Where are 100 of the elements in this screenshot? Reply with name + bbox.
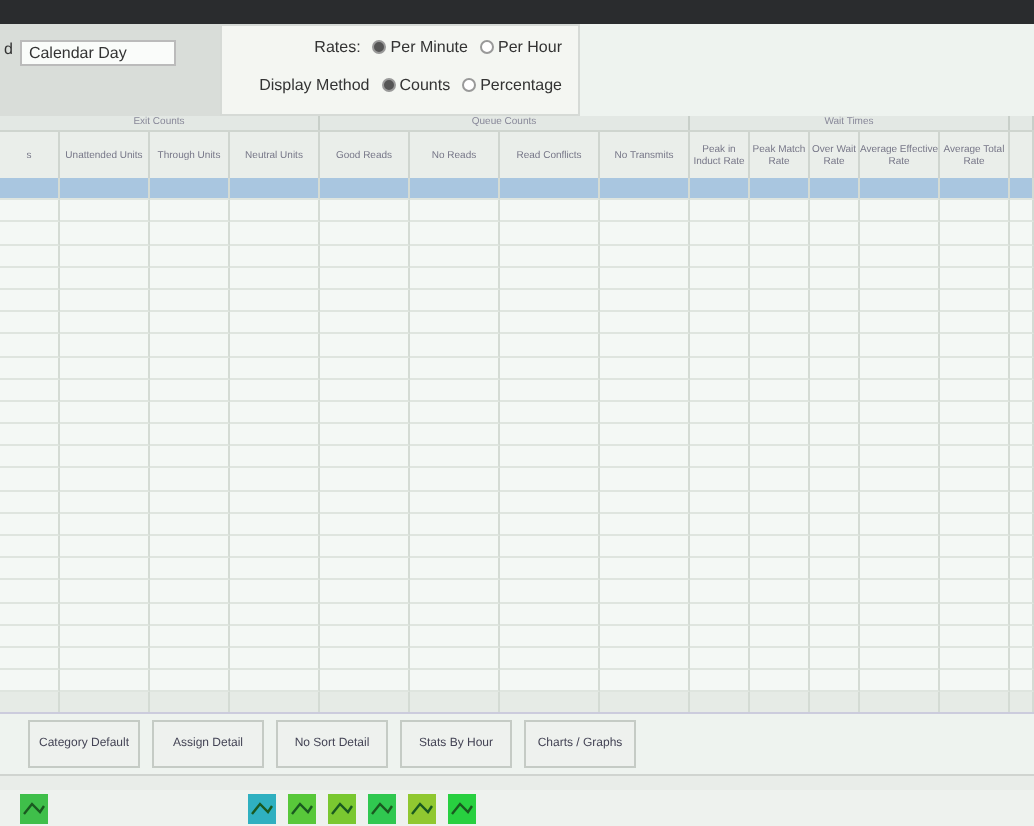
- table-cell: [60, 200, 150, 223]
- table-cell: [1010, 558, 1034, 581]
- table-cell: [60, 379, 150, 402]
- total-cell: [600, 692, 690, 713]
- table-cell: [750, 289, 810, 313]
- table-cell: [810, 670, 860, 693]
- table-cell: [1010, 603, 1034, 626]
- table-cell: [410, 312, 500, 335]
- table-cell: [230, 401, 320, 425]
- table-cell: [320, 401, 410, 425]
- table-cell: [150, 289, 230, 313]
- table-cell: [410, 491, 500, 514]
- table-cell: [940, 379, 1010, 402]
- table-cell: [230, 379, 320, 402]
- table-cell: [60, 267, 150, 290]
- app-icon[interactable]: [248, 793, 276, 823]
- table-cell: [320, 245, 410, 268]
- rate-radio[interactable]: Per Hour: [479, 38, 562, 56]
- display-method-radio[interactable]: Percentage: [462, 76, 562, 94]
- table-cell: [500, 446, 600, 469]
- table-cell: [410, 357, 500, 380]
- table-cell: [690, 267, 750, 290]
- table-cell: [690, 289, 750, 313]
- table-cell: [60, 468, 150, 492]
- total-cell: [150, 692, 230, 713]
- period-field[interactable]: Calendar Day: [20, 40, 177, 66]
- table-cell: [230, 289, 320, 313]
- table-cell: [690, 536, 750, 559]
- app-icon[interactable]: [448, 793, 476, 823]
- table-cell: [60, 289, 150, 313]
- table-cell: [1010, 491, 1034, 514]
- table-cell: [320, 670, 410, 693]
- table-cell: [320, 267, 410, 290]
- table-cell: [600, 603, 690, 626]
- table-cell: [940, 312, 1010, 335]
- table-cell: [690, 625, 750, 648]
- table-cell: [860, 334, 940, 357]
- total-cell: [500, 692, 600, 713]
- table-cell: [750, 603, 810, 626]
- table-cell: [810, 603, 860, 626]
- table-cell: [600, 625, 690, 648]
- table-cell: [940, 245, 1010, 268]
- table-cell: [940, 178, 1010, 201]
- table-cell: [320, 379, 410, 402]
- table-cell: [600, 267, 690, 290]
- table-cell: [60, 647, 150, 671]
- table-cell: [750, 670, 810, 693]
- table-cell: [600, 222, 690, 246]
- table-cell: [150, 357, 230, 380]
- table-cell: [230, 245, 320, 268]
- table-cell: [810, 468, 860, 492]
- table-cell: [690, 513, 750, 536]
- table-cell: [690, 647, 750, 671]
- table-cell: [940, 200, 1010, 223]
- table-cell: [600, 580, 690, 604]
- display-method-radio[interactable]: Counts: [381, 76, 451, 94]
- app-icon[interactable]: [20, 793, 48, 823]
- table-cell: [230, 446, 320, 469]
- table-cell: [230, 625, 320, 648]
- table-cell: [600, 446, 690, 469]
- app-icon[interactable]: [288, 793, 316, 823]
- table-cell: [500, 200, 600, 223]
- table-cell: [860, 558, 940, 581]
- table-cell: [690, 357, 750, 380]
- rate-radio[interactable]: Per Minute: [372, 38, 468, 56]
- table-cell: [410, 334, 500, 357]
- table-cell: [600, 424, 690, 447]
- table-cell: [150, 647, 230, 671]
- app-icon[interactable]: [408, 793, 436, 823]
- table-cell: [60, 603, 150, 626]
- table-cell: [860, 245, 940, 268]
- table-cell: [150, 245, 230, 268]
- table-cell: [320, 647, 410, 671]
- table-cell: [860, 536, 940, 559]
- table-cell: [230, 222, 320, 246]
- table-cell: [600, 491, 690, 514]
- table-cell: [750, 558, 810, 581]
- table-cell: [600, 200, 690, 223]
- table-cell: [860, 312, 940, 335]
- table-cell: [1010, 312, 1034, 335]
- app-icon[interactable]: [368, 793, 396, 823]
- table-cell: [60, 245, 150, 268]
- period-label: d: [4, 40, 13, 58]
- table-cell: [320, 580, 410, 604]
- table-cell: [320, 334, 410, 357]
- table-cell: [940, 625, 1010, 648]
- table-cell: [750, 312, 810, 335]
- table-cell: [150, 312, 230, 335]
- app-icon[interactable]: [328, 793, 356, 823]
- table-cell: [230, 178, 320, 201]
- table-cell: [60, 670, 150, 693]
- total-cell: [320, 692, 410, 713]
- table-cell: [750, 647, 810, 671]
- table-cell: [500, 468, 600, 492]
- table-cell: [500, 245, 600, 268]
- table-cell: [810, 491, 860, 514]
- table-cell: [1010, 513, 1034, 536]
- table-cell: [150, 513, 230, 536]
- table-cell: [600, 357, 690, 380]
- table-cell: [860, 670, 940, 693]
